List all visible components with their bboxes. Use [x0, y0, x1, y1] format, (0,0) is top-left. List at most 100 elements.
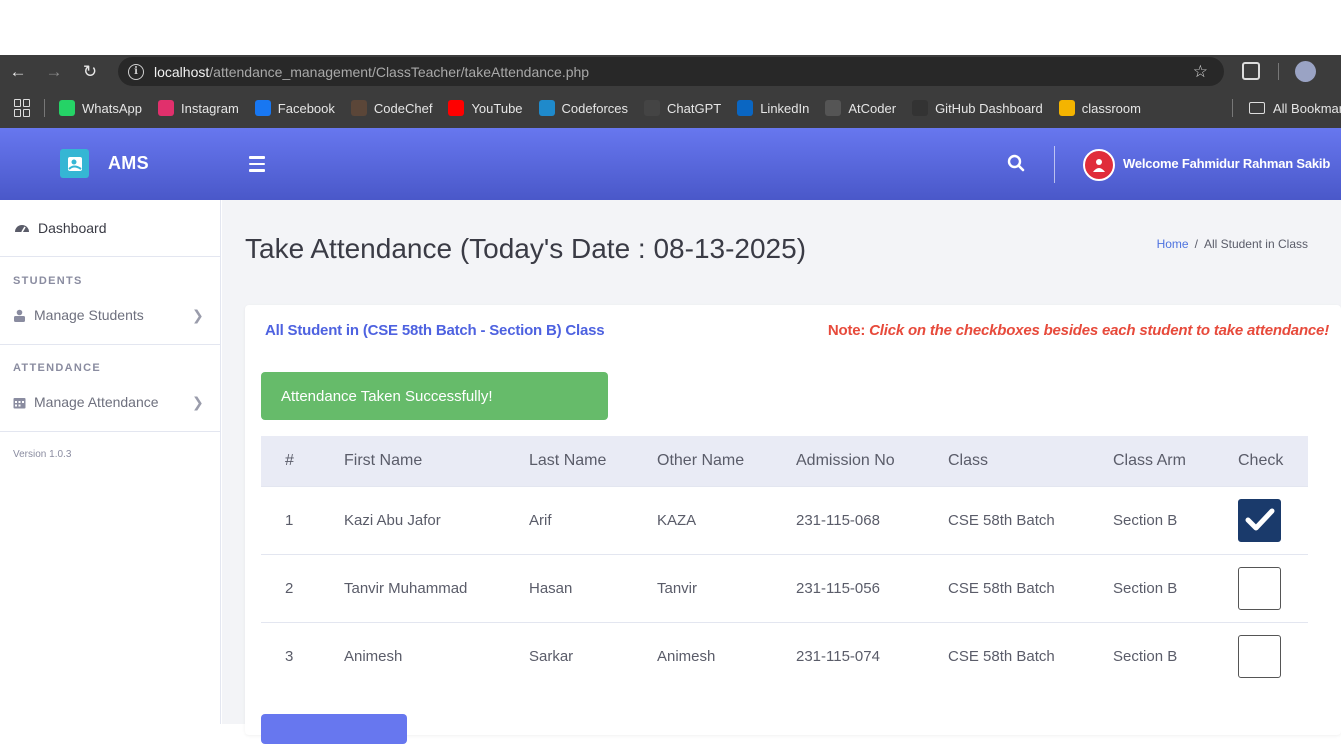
bookmark-label: WhatsApp — [82, 100, 142, 116]
bookmark-label: Codeforces — [561, 100, 629, 116]
bookmark-youtube[interactable]: YouTube — [448, 100, 523, 116]
take-attendance-button[interactable] — [261, 714, 407, 744]
bookmark-label: YouTube — [471, 100, 523, 116]
bookmarks-bar: WhatsApp Instagram Facebook CodeChef YouTube… — [0, 88, 1341, 128]
cell-class-arm: Section B — [1113, 485, 1238, 554]
cell-number: 1 — [261, 485, 344, 554]
attendance-checkbox[interactable] — [1238, 566, 1281, 610]
reload-icon[interactable]: ↻ — [72, 55, 108, 88]
version-text: Version 1.0.3 — [13, 449, 72, 460]
url-text[interactable]: localhost/attendance_management/ClassTea… — [154, 64, 589, 80]
url-path: /attendance_management/ClassTeacher/take… — [209, 63, 590, 80]
dashboard-gauge-icon — [15, 225, 29, 233]
forward-icon[interactable]: → — [36, 55, 72, 88]
column-header-first-name: First Name — [344, 451, 423, 469]
header-divider — [1054, 146, 1055, 183]
column-header-other-name: Other Name — [657, 451, 745, 469]
cell-class-arm: Section B — [1113, 621, 1238, 690]
breadcrumb-separator: / — [1194, 237, 1198, 251]
bookmarks-divider — [44, 99, 45, 117]
cell-last-name: Sarkar — [529, 621, 657, 690]
note-text: Click on the checkboxes besides each stu… — [869, 322, 1329, 339]
sidebar-item-label: Manage Attendance — [34, 394, 159, 410]
column-header-number: # — [285, 451, 294, 469]
bookmark-label: LinkedIn — [760, 100, 810, 116]
user-avatar-icon[interactable] — [1083, 149, 1115, 181]
chevron-right-icon: ❯ — [192, 393, 204, 410]
bookmark-star-icon[interactable]: ☆ — [1193, 62, 1208, 82]
bookmark-chatgpt[interactable]: ChatGPT — [644, 100, 721, 116]
table-header-row: # First Name Last Name Other Name Admiss… — [261, 436, 1308, 486]
profile-avatar-icon[interactable] — [1295, 61, 1316, 82]
back-icon[interactable]: ← — [0, 55, 36, 88]
sidebar-item-manage-attendance[interactable]: Manage Attendance ❯ — [0, 382, 220, 422]
top-blank-area — [0, 0, 1341, 55]
cell-check — [1238, 553, 1308, 622]
cell-other-name: Tanvir — [657, 553, 796, 622]
cell-admission-no: 231-115-074 — [796, 621, 948, 690]
codechef-icon — [350, 100, 367, 116]
cell-first-name: Animesh — [344, 621, 529, 690]
site-info-icon[interactable]: i — [128, 63, 144, 80]
bookmarks-divider — [1232, 99, 1233, 117]
all-bookmarks[interactable]: All Bookmarks — [1232, 99, 1341, 117]
breadcrumb-home-link[interactable]: Home — [1157, 237, 1189, 251]
folder-icon — [1249, 102, 1265, 114]
page-title: Take Attendance (Today's Date : 08-13-20… — [245, 233, 807, 264]
card-title: All Student in (CSE 58th Batch - Section… — [265, 322, 605, 339]
table-row: 1 Kazi Abu Jafor Arif KAZA 231-115-068 C… — [261, 485, 1308, 554]
column-header-last-name: Last Name — [529, 451, 607, 469]
browser-toolbar: ← → ↻ i localhost/attendance_management/… — [0, 55, 1341, 88]
main-content: Take Attendance (Today's Date : 08-13-20… — [222, 200, 1341, 744]
bookmark-label: classroom — [1081, 100, 1141, 116]
cell-admission-no: 231-115-068 — [796, 485, 948, 554]
apps-grid-icon[interactable] — [14, 99, 32, 117]
github-icon — [912, 100, 929, 116]
bookmark-label: Facebook — [277, 100, 335, 116]
table-row: 2 Tanvir Muhammad Hasan Tanvir 231-115-0… — [261, 553, 1308, 622]
attendance-checkbox[interactable] — [1238, 498, 1281, 542]
cell-class: CSE 58th Batch — [948, 621, 1113, 690]
sidebar-item-manage-students[interactable]: Manage Students ❯ — [0, 295, 220, 335]
address-bar[interactable]: i localhost/attendance_management/ClassT… — [118, 57, 1224, 86]
note-label: Note: — [827, 322, 870, 339]
brand-name[interactable]: AMS — [108, 153, 149, 174]
welcome-user-text[interactable]: Welcome Fahmidur Rahman Sakib — [1123, 156, 1330, 171]
chatgpt-icon — [644, 100, 661, 116]
linkedin-icon — [737, 100, 754, 116]
cell-check — [1238, 621, 1308, 690]
search-icon[interactable] — [1007, 154, 1025, 172]
attendance-checkbox[interactable] — [1238, 634, 1281, 678]
column-header-class: Class — [948, 451, 989, 469]
bookmark-github-dashboard[interactable]: GitHub Dashboard — [912, 100, 1043, 116]
bookmark-codechef[interactable]: CodeChef — [350, 100, 433, 116]
cell-class-arm: Section B — [1113, 553, 1238, 622]
bookmark-atcoder[interactable]: AtCoder — [825, 100, 896, 116]
sidebar-item-dashboard[interactable]: Dashboard — [0, 200, 220, 257]
bookmark-label: Instagram — [180, 100, 239, 116]
bookmark-instagram[interactable]: Instagram — [157, 100, 239, 116]
sidebar-toggle-icon[interactable] — [249, 156, 265, 176]
bookmark-linkedin[interactable]: LinkedIn — [737, 100, 809, 116]
extensions-icon[interactable] — [1242, 62, 1260, 80]
bookmark-label: CodeChef — [373, 100, 433, 116]
cell-other-name: KAZA — [657, 485, 796, 554]
cell-last-name: Arif — [529, 485, 657, 554]
facebook-icon — [254, 100, 271, 116]
column-header-class-arm: Class Arm — [1113, 451, 1186, 469]
students-icon — [14, 309, 25, 322]
app-logo-icon[interactable] — [60, 149, 89, 178]
bookmark-whatsapp[interactable]: WhatsApp — [59, 100, 142, 116]
column-header-admission-no: Admission No — [796, 451, 895, 469]
bookmark-label: GitHub Dashboard — [935, 100, 1043, 116]
sidebar: Dashboard STUDENTS Manage Students ❯ ATT… — [0, 200, 221, 724]
cell-number: 3 — [261, 621, 344, 690]
attendance-card: All Student in (CSE 58th Batch - Section… — [245, 305, 1341, 744]
cell-admission-no: 231-115-056 — [796, 553, 948, 622]
bookmark-codeforces[interactable]: Codeforces — [538, 100, 629, 116]
sidebar-divider — [0, 431, 220, 432]
bookmark-classroom[interactable]: classroom — [1058, 100, 1141, 116]
bookmark-facebook[interactable]: Facebook — [254, 100, 335, 116]
atcoder-icon — [825, 100, 842, 116]
url-host: localhost — [154, 63, 210, 80]
